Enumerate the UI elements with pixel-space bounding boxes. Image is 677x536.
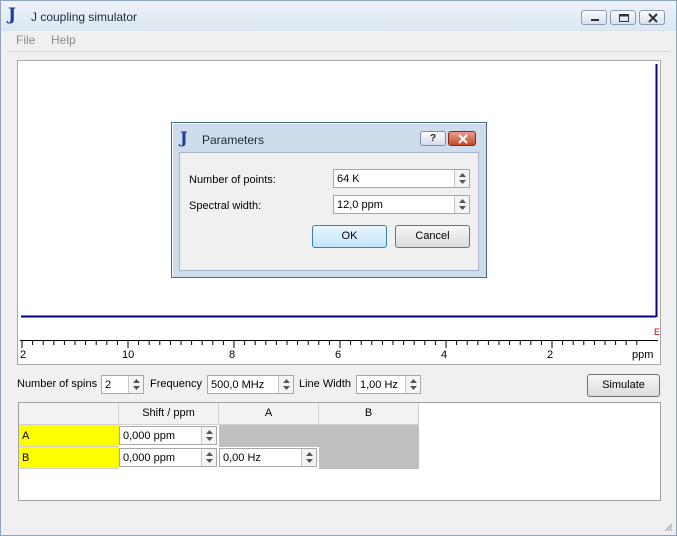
menu-help[interactable]: Help: [51, 33, 76, 47]
close-button[interactable]: [639, 10, 665, 25]
dialog-app-icon: J: [180, 128, 188, 147]
parameters-dialog: J Parameters ? Number of points: 64 K Sp…: [171, 122, 487, 278]
width-stepper[interactable]: 12,0 ppm: [333, 195, 470, 214]
spin-arrows[interactable]: [454, 196, 469, 213]
spin-arrows[interactable]: [201, 449, 216, 466]
spin-arrows-icon: [459, 199, 466, 210]
disabled-cell: [219, 425, 419, 447]
menu-separator: [7, 51, 670, 52]
cancel-button[interactable]: Cancel: [395, 225, 470, 248]
menu-bar: File Help: [1, 31, 676, 51]
coupling-ab-stepper[interactable]: 0,00 Hz: [219, 448, 317, 467]
shift-a-value: 0,000 ppm: [123, 430, 175, 442]
spin-arrows-icon: [283, 379, 290, 390]
frequency-label: Frequency: [150, 378, 202, 390]
width-label: Spectral width:: [189, 200, 262, 212]
linewidth-stepper[interactable]: 1,00 Hz: [356, 375, 421, 394]
tick-label: 2: [20, 349, 27, 361]
table-header: B: [319, 403, 419, 425]
tick-label: 4: [441, 349, 448, 361]
spin-arrows-icon: [206, 452, 213, 463]
points-label: Number of points:: [189, 174, 276, 186]
spin-arrows[interactable]: [405, 376, 420, 393]
shift-b-stepper[interactable]: 0,000 ppm: [119, 448, 217, 467]
minimize-icon: [591, 19, 599, 21]
table-header: A: [219, 403, 319, 425]
spin-arrows[interactable]: [201, 427, 216, 444]
frequency-stepper[interactable]: 500,0 MHz: [207, 375, 294, 394]
spin-arrows[interactable]: [301, 449, 316, 466]
spins-value: 2: [105, 379, 112, 391]
spin-arrows-icon: [133, 379, 140, 390]
spin-arrows[interactable]: [128, 376, 143, 393]
row-header-a[interactable]: A: [19, 425, 119, 447]
frequency-value: 500,0 MHz: [211, 379, 265, 391]
spins-label: Number of spins: [17, 378, 98, 390]
app-icon: J: [8, 5, 17, 25]
ok-button[interactable]: OK: [312, 225, 387, 248]
spin-arrows-icon: [306, 452, 313, 463]
linewidth-value: 1,00 Hz: [360, 379, 398, 391]
shift-a-stepper[interactable]: 0,000 ppm: [119, 426, 217, 445]
spin-arrows-icon: [410, 379, 417, 390]
spins-stepper[interactable]: 2: [101, 375, 144, 394]
spin-arrows-icon: [459, 173, 466, 184]
tick-label: 6: [335, 349, 342, 361]
row-header-b[interactable]: B: [19, 447, 119, 469]
main-window: J J coupling simulator File Help 2 10 8: [0, 0, 677, 536]
points-value: 64 K: [337, 173, 360, 185]
maximize-icon: [619, 14, 629, 22]
dialog-body: Number of points: 64 K Spectral width: 1…: [179, 152, 479, 271]
dialog-title: Parameters: [202, 133, 265, 147]
table-header: Shift / ppm: [119, 403, 219, 425]
maximize-button[interactable]: [610, 10, 636, 25]
disabled-cell: [319, 447, 419, 469]
resize-grip-icon[interactable]: [663, 522, 673, 532]
title-bar[interactable]: J J coupling simulator: [1, 1, 676, 31]
minimize-button[interactable]: [581, 10, 607, 25]
width-value: 12,0 ppm: [337, 199, 383, 211]
spin-table: Shift / ppm A B A 0,000 ppm B 0,000 ppm …: [18, 402, 661, 501]
unit-label: ppm: [632, 349, 654, 361]
spin-arrows-icon: [206, 430, 213, 441]
range-marker: E: [654, 327, 661, 337]
x-ticks: [21, 340, 638, 348]
tick-label: 10: [122, 349, 135, 361]
spin-arrows[interactable]: [454, 170, 469, 187]
spin-arrows[interactable]: [278, 376, 293, 393]
dialog-close-button[interactable]: [448, 131, 476, 146]
shift-b-value: 0,000 ppm: [123, 452, 175, 464]
close-icon: [458, 134, 468, 144]
window-title: J coupling simulator: [31, 10, 138, 24]
points-stepper[interactable]: 64 K: [333, 169, 470, 188]
tick-label: 8: [229, 349, 236, 361]
tick-label: 2: [547, 349, 554, 361]
close-icon: [648, 13, 658, 23]
linewidth-label: Line Width: [299, 378, 351, 390]
coupling-ab-value: 0,00 Hz: [223, 452, 261, 464]
simulate-button[interactable]: Simulate: [587, 374, 660, 397]
help-button[interactable]: ?: [420, 131, 446, 146]
table-corner: [19, 403, 119, 425]
menu-file[interactable]: File: [16, 33, 35, 47]
